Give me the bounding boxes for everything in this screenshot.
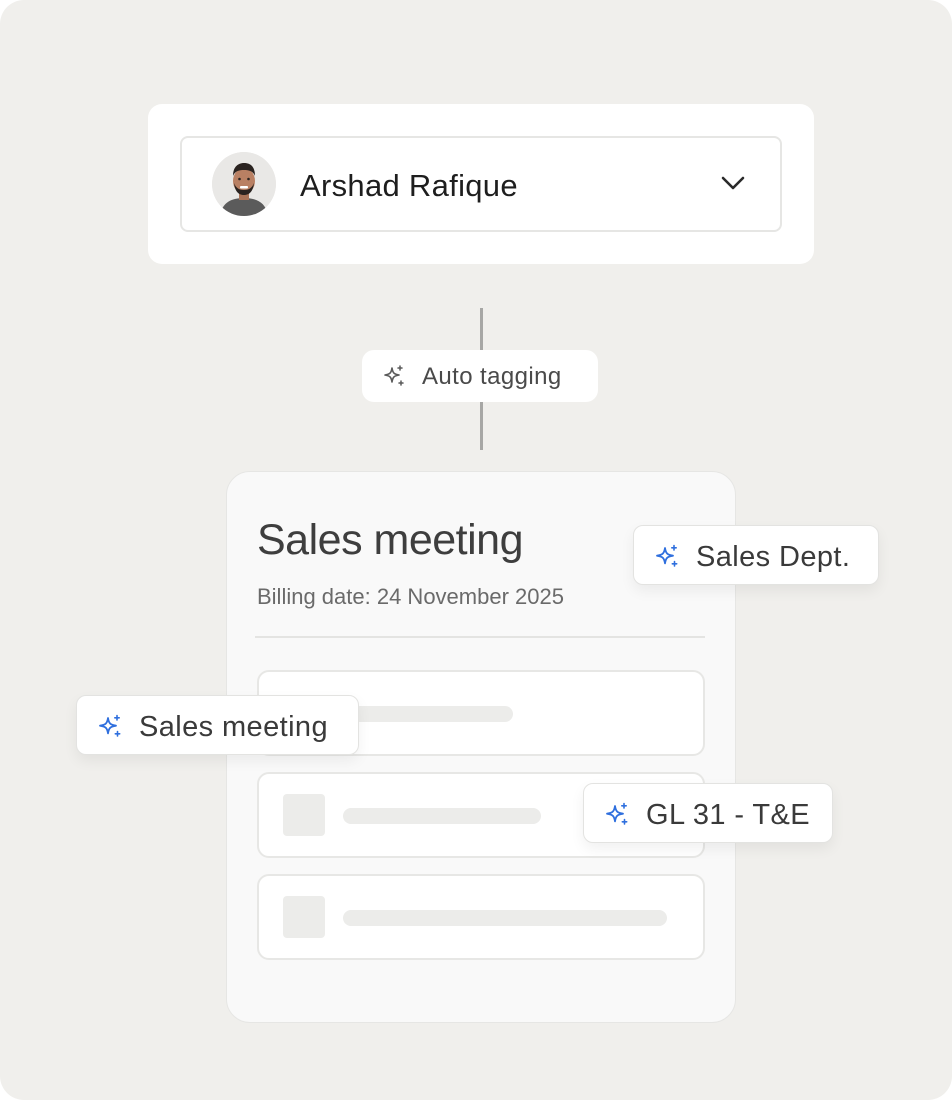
user-card: Arshad Rafique: [148, 104, 814, 264]
auto-tagging-label: Auto tagging: [422, 363, 562, 390]
avatar: [212, 152, 276, 216]
tag-department-label: Sales Dept.: [696, 541, 851, 573]
document-title: Sales meeting: [257, 516, 524, 564]
placeholder-thumbnail: [283, 896, 325, 938]
tag-department[interactable]: Sales Dept.: [633, 525, 879, 585]
avatar-photo-icon: [212, 152, 276, 216]
user-name: Arshad Rafique: [300, 168, 518, 203]
auto-tagging-pill: Auto tagging: [362, 350, 598, 402]
placeholder-bar: [343, 808, 541, 824]
canvas: Arshad Rafique Auto tagging Sales meetin…: [0, 0, 952, 1100]
tag-gl-account[interactable]: GL 31 - T&E: [583, 783, 833, 843]
billing-date: Billing date: 24 November 2025: [257, 584, 564, 609]
sparkle-icon: [656, 544, 678, 567]
tag-gl-account-label: GL 31 - T&E: [646, 799, 810, 831]
sparkle-icon: [99, 714, 121, 737]
divider: [255, 636, 705, 638]
connector-line-top: [480, 308, 483, 352]
placeholder-thumbnail: [283, 794, 325, 836]
connector-line-bottom: [480, 402, 483, 450]
chevron-down-icon[interactable]: [720, 174, 746, 192]
tag-category-label: Sales meeting: [139, 711, 328, 743]
user-select-dropdown[interactable]: Arshad Rafique: [180, 136, 782, 232]
placeholder-bar: [343, 910, 667, 926]
sparkle-icon: [606, 802, 628, 825]
tag-category[interactable]: Sales meeting: [76, 695, 359, 755]
sparkle-icon: [384, 365, 404, 386]
line-item-row: [257, 874, 705, 960]
